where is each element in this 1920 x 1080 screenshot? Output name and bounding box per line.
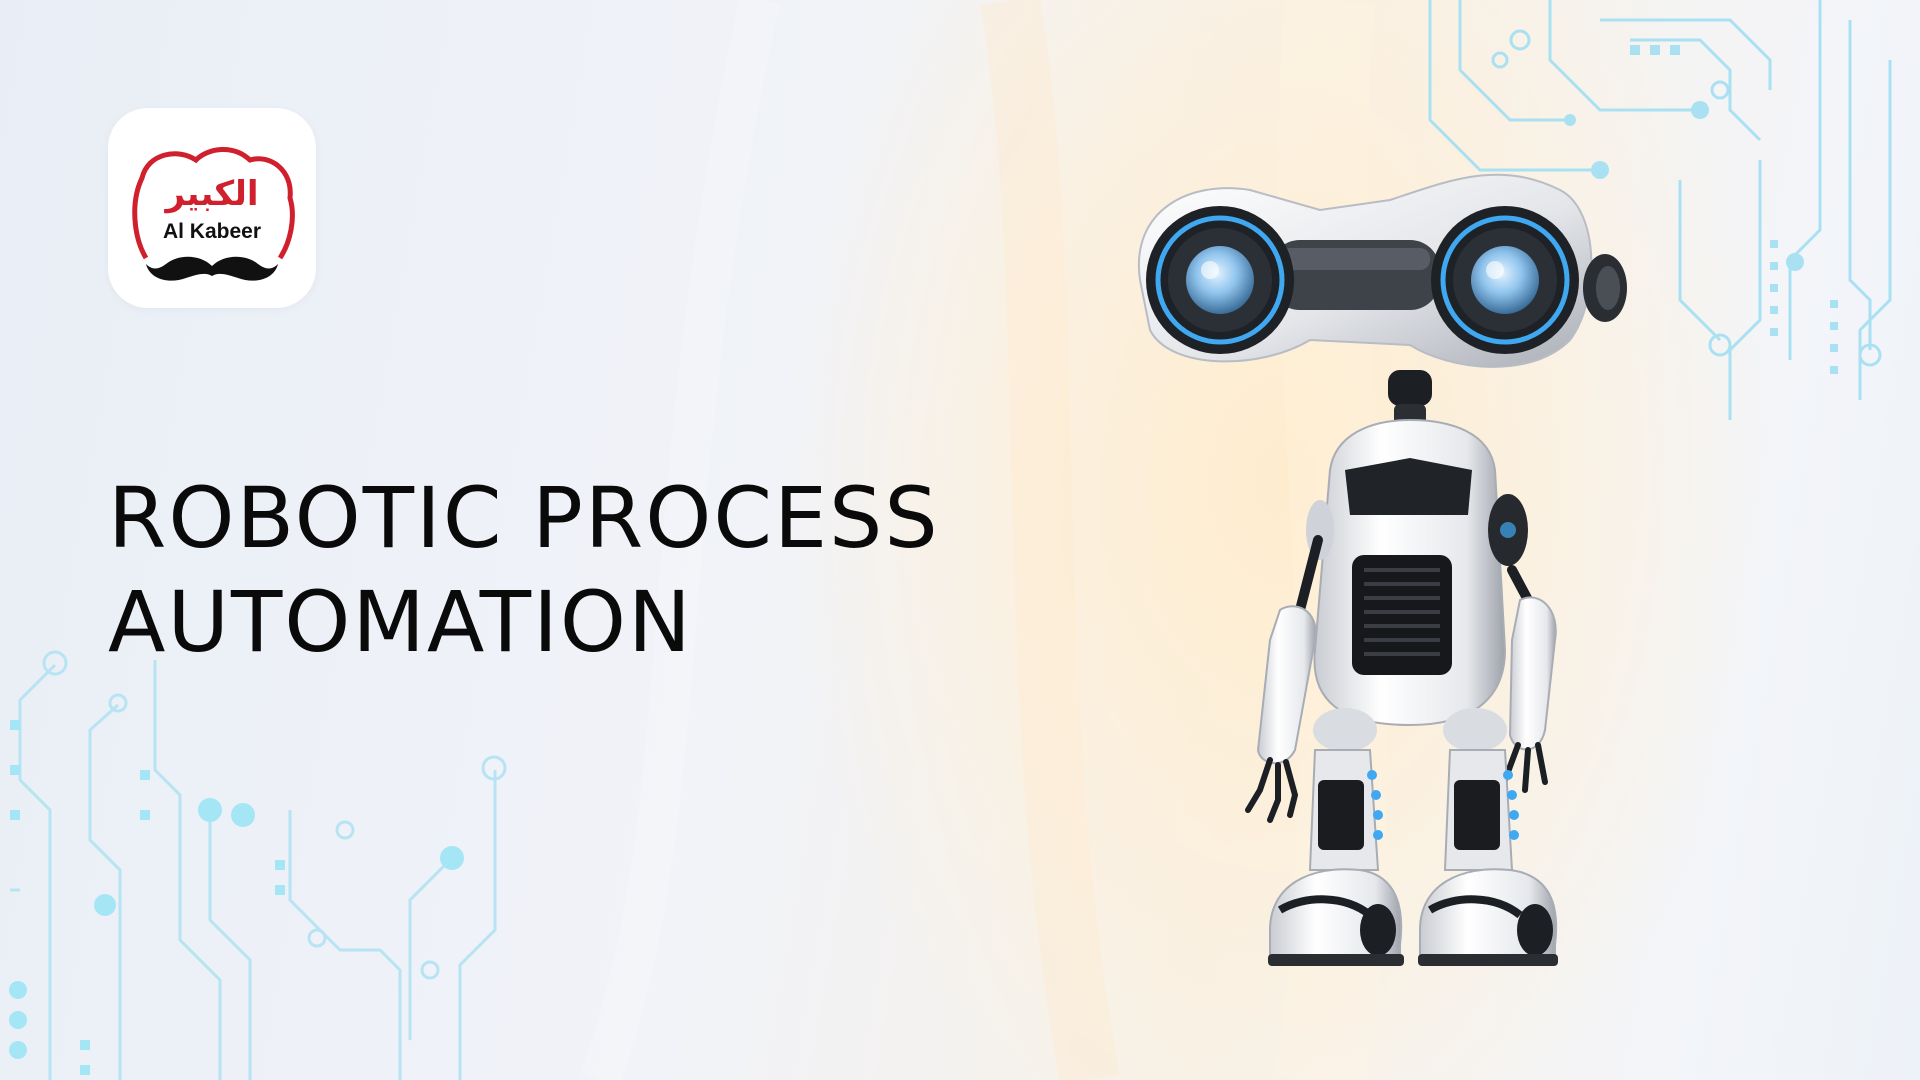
brand-logo: الكبير Al Kabeer (108, 108, 316, 308)
logo-arabic-text: الكبير (165, 174, 259, 214)
title-line-1: ROBOTIC PROCESS (108, 469, 940, 567)
page-title: ROBOTIC PROCESS AUTOMATION (108, 466, 940, 674)
robot-icon (1137, 173, 1627, 966)
circuit-pattern-bottom-left (9, 650, 507, 1080)
logo-latin-text: Al Kabeer (162, 220, 262, 243)
title-line-2: AUTOMATION (108, 573, 693, 671)
